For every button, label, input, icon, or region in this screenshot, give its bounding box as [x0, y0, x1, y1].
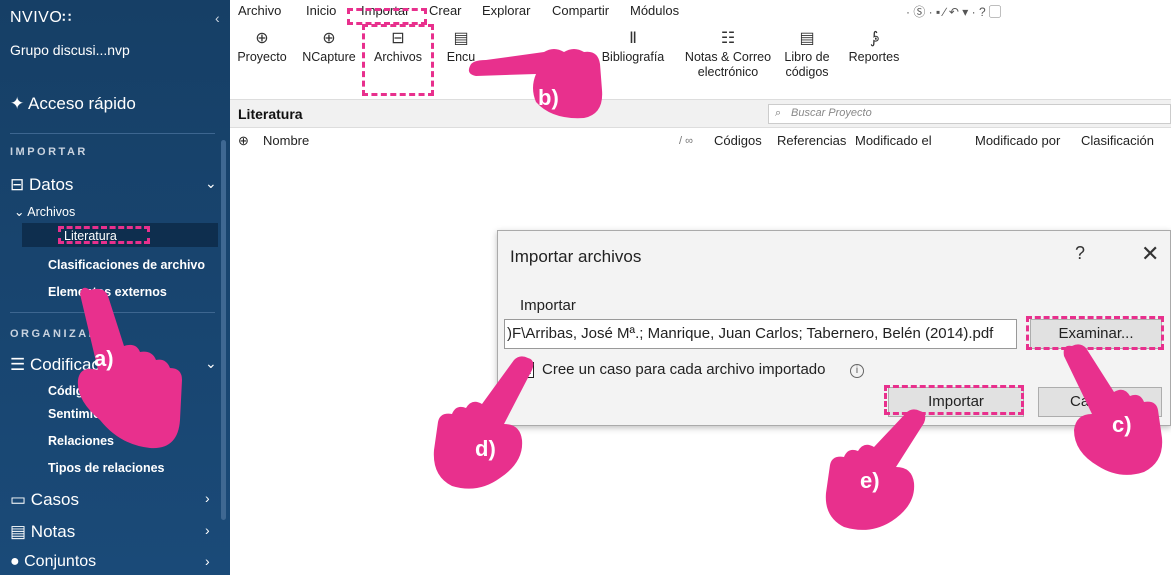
- briefcase-icon: ▭: [10, 490, 27, 509]
- quick-access-item[interactable]: ✦ Acceso rápido: [10, 94, 136, 114]
- column-clasificacion[interactable]: Clasificación: [1081, 133, 1154, 148]
- chevron-down-icon: ⌄: [205, 175, 217, 191]
- quick-access-toolbar[interactable]: · Ⓢ · ▪ ∕ ↶ ▾ · ? ▢: [906, 3, 1001, 20]
- section-header-import: IMPORTAR: [10, 146, 88, 158]
- app-logo: NVIVO∷: [10, 9, 72, 26]
- notes-icon: ☷: [720, 30, 736, 47]
- create-case-label: Cree un caso para cada archivo importado: [542, 361, 826, 378]
- menu-inicio[interactable]: Inicio: [306, 3, 336, 18]
- column-modificado-el[interactable]: Modificado el: [855, 133, 932, 148]
- list-icon: ☰: [10, 355, 26, 374]
- pointing-hand-icon: [77, 287, 182, 449]
- file-classifications[interactable]: Clasificaciones de archivo: [48, 258, 205, 272]
- group-datos[interactable]: ⊟ Datos ⌄: [10, 175, 217, 195]
- info-icon[interactable]: i: [850, 364, 864, 378]
- divider: [10, 133, 215, 134]
- search-input[interactable]: ⌕ Buscar Proyecto: [768, 104, 1171, 124]
- globe-icon: ⊕: [322, 30, 336, 47]
- reports-icon: ⨔: [869, 30, 879, 47]
- project-name: Grupo discusi...nvp: [10, 42, 130, 58]
- help-icon[interactable]: ?: [1075, 243, 1085, 264]
- sidebar-scrollbar[interactable]: [221, 140, 226, 520]
- highlight-importar-menu: [347, 8, 427, 25]
- close-icon[interactable]: ✕: [1141, 241, 1159, 267]
- pointing-hand-icon: [433, 356, 534, 489]
- page-title: Literatura: [238, 106, 303, 122]
- notes-icon: ▤: [10, 522, 27, 541]
- annotation-e: e): [860, 468, 880, 493]
- chevron-right-icon: ›: [205, 522, 210, 538]
- column-codigos[interactable]: Códigos: [714, 133, 762, 148]
- codebook-icon: ▤: [799, 30, 815, 47]
- list-header: ⊕ Nombre / ∞ Códigos Referencias Modific…: [230, 130, 1171, 152]
- chevron-right-icon: ›: [205, 553, 210, 569]
- pointing-hand-icon: [468, 49, 603, 119]
- ribbon-codebook-button[interactable]: ▤ Libro de códigos: [778, 28, 836, 80]
- menu-crear[interactable]: Crear: [429, 3, 462, 18]
- chevron-down-icon: ⌄: [205, 355, 217, 371]
- search-icon: ⌕: [775, 107, 782, 119]
- annotation-a: a): [94, 346, 114, 371]
- group-conjuntos[interactable]: ● Conjuntos ›: [10, 553, 215, 571]
- highlight-literatura: [58, 226, 150, 244]
- file-path-input[interactable]: )F\Arribas, José Mª.; Manrique, Juan Car…: [504, 319, 1017, 349]
- annotation-b: b): [538, 85, 559, 110]
- link-icon: / ∞: [679, 135, 693, 147]
- annotation-c: c): [1112, 412, 1132, 437]
- relationship-types[interactable]: Tipos de relaciones: [48, 461, 164, 475]
- menu-compartir[interactable]: Compartir: [552, 3, 609, 18]
- menu-explorar[interactable]: Explorar: [482, 3, 530, 18]
- plus-circle-icon: ⊕: [255, 30, 269, 47]
- column-nombre[interactable]: Nombre: [263, 133, 309, 148]
- import-label: Importar: [520, 297, 576, 314]
- group-casos[interactable]: ▭ Casos ›: [10, 490, 215, 510]
- ribbon-reportes-button[interactable]: ⨔ Reportes: [844, 28, 904, 65]
- collapse-sidebar-icon[interactable]: ‹: [215, 10, 220, 26]
- menu-archivo[interactable]: Archivo: [238, 3, 281, 18]
- nav-bar: Literatura ⌕ Buscar Proyecto: [230, 100, 1171, 128]
- ribbon-notas-button[interactable]: ☷ Notas & Correo electrónico: [682, 28, 774, 80]
- ribbon-ncapture-button[interactable]: ⊕ NCapture: [296, 28, 362, 65]
- highlight-archivos-button: [362, 24, 434, 96]
- menu-modulos[interactable]: Módulos: [630, 3, 679, 18]
- column-modificado-por[interactable]: Modificado por: [975, 133, 1060, 148]
- sets-icon: ●: [10, 553, 20, 570]
- add-column-icon[interactable]: ⊕: [238, 133, 249, 149]
- logo-mark-icon: ∷: [62, 9, 72, 25]
- chevron-right-icon: ›: [205, 490, 210, 506]
- folder-archivos[interactable]: ⌄ Archivos: [14, 204, 75, 219]
- pin-icon: ✦: [10, 94, 25, 113]
- group-notas[interactable]: ▤ Notas ›: [10, 522, 215, 542]
- column-referencias[interactable]: Referencias: [777, 133, 846, 148]
- annotation-d: d): [475, 436, 496, 461]
- dialog-title: Importar archivos: [510, 247, 642, 266]
- ribbon-proyecto-button[interactable]: ⊕ Proyecto: [234, 28, 290, 65]
- table-icon: ⊟: [10, 175, 25, 194]
- pointing-hand-icon: [1063, 344, 1163, 475]
